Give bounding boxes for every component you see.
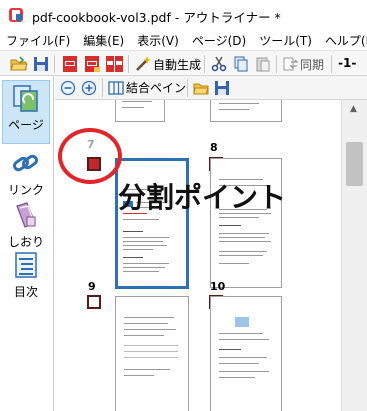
navigation-panel: ページ リンク しおり 目次 [0, 76, 54, 411]
zoom-out-icon [60, 80, 76, 96]
page-number: 10 [210, 280, 226, 293]
table-of-contents-icon [15, 252, 37, 278]
page-number: 8 [210, 141, 218, 154]
nav-label-toc: 目次 [13, 285, 38, 299]
menu-bar: ファイル(F) 編集(E) 表示(V) ページ(D) ツール(T) ヘルプ(H) [0, 30, 367, 50]
save-pane-button[interactable] [213, 79, 231, 97]
open-folder-button[interactable] [9, 54, 29, 74]
scissors-icon [211, 56, 227, 72]
page-thumbnail-9[interactable] [115, 296, 189, 411]
split-checkbox[interactable] [87, 295, 101, 309]
zoom-in-icon [81, 80, 97, 96]
auto-generate-label[interactable]: 自動生成 [153, 56, 201, 73]
copy-button[interactable] [231, 54, 251, 74]
pdf-insert-icon [85, 56, 100, 72]
app-icon [9, 8, 23, 22]
zoom-out-button[interactable] [59, 79, 77, 97]
save-button[interactable] [31, 54, 51, 74]
menu-file[interactable]: ファイル(F) [0, 32, 75, 49]
open-file-button[interactable] [192, 79, 210, 97]
vertical-scrollbar[interactable]: ▲ [341, 100, 367, 411]
pdf-icon [63, 56, 77, 72]
page-indicator: -1- [338, 56, 357, 70]
pdf-export-button[interactable] [60, 54, 80, 74]
sync-label[interactable]: 同期 [300, 56, 324, 73]
folder-icon [193, 83, 209, 95]
nav-label-pages: ページ [8, 118, 44, 132]
columns-icon [108, 81, 124, 95]
nav-item-pages[interactable]: ページ [2, 80, 50, 144]
page-thumbnail-prev-right[interactable] [210, 100, 282, 122]
zoom-in-button[interactable] [80, 79, 98, 97]
magic-wand-icon [136, 56, 151, 71]
pages-icon [13, 85, 38, 112]
bookmark-icon [16, 202, 36, 228]
scrollbar-thumb[interactable] [346, 142, 363, 186]
auto-generate-button[interactable] [133, 54, 153, 74]
page-number: 9 [88, 280, 96, 293]
menu-help[interactable]: ヘルプ(H) [317, 32, 367, 49]
nav-item-toc[interactable]: 目次 [2, 248, 50, 308]
save-icon [215, 81, 229, 95]
menu-tools[interactable]: ツール(T) [251, 32, 317, 49]
link-icon [13, 154, 38, 172]
pdf-split-button[interactable] [104, 54, 124, 74]
copy-icon [234, 56, 248, 72]
title-bar: pdf-cookbook-vol3.pdf - アウトライナー * [0, 0, 367, 30]
thumbnail-toolbar: 結合ペイン [55, 76, 367, 100]
split-point-label: 分割ポイント [118, 181, 287, 214]
nav-label-links: リンク [7, 183, 44, 197]
merge-pane-button[interactable] [107, 79, 125, 97]
scroll-up-arrow-icon[interactable]: ▲ [350, 104, 357, 114]
sync-icon [283, 57, 299, 71]
menu-view[interactable]: 表示(V) [129, 32, 184, 49]
save-icon [34, 57, 48, 71]
paste-button[interactable] [253, 54, 273, 74]
split-point-highlight [58, 128, 122, 184]
pdf-split-icon [106, 56, 123, 72]
menu-page[interactable]: ページ(D) [184, 32, 251, 49]
nav-item-links[interactable]: リンク [2, 146, 50, 206]
window-title: pdf-cookbook-vol3.pdf - アウトライナー * [32, 10, 281, 25]
page-thumbnail-prev-left[interactable] [115, 100, 165, 122]
pdf-insert-button[interactable] [82, 54, 102, 74]
merge-pane-label[interactable]: 結合ペイン [126, 79, 186, 96]
main-toolbar: 自動生成 同期 -1- [0, 50, 367, 76]
cut-button[interactable] [209, 54, 229, 74]
sync-button[interactable] [281, 54, 301, 74]
paste-icon [256, 57, 270, 72]
folder-open-icon [10, 56, 28, 71]
page-thumbnail-10[interactable] [210, 296, 282, 411]
menu-edit[interactable]: 編集(E) [75, 32, 129, 49]
